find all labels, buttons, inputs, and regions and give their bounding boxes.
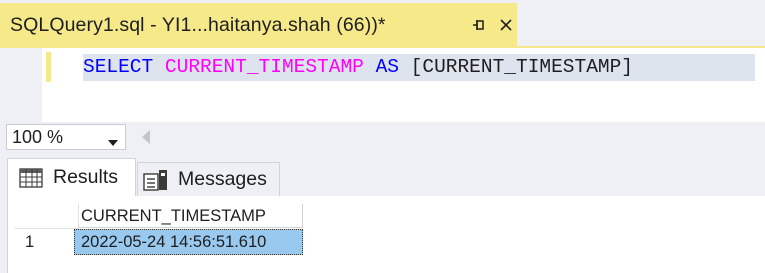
zoom-bar: 100 % (0, 122, 765, 152)
tab-messages-label: Messages (178, 168, 267, 190)
query-editor[interactable]: SELECT CURRENT_TIMESTAMP AS [CURRENT_TIM… (0, 48, 765, 122)
messages-icon (142, 168, 170, 192)
document-tab-strip: SQLQuery1.sql - YI1...haitanya.shah (66)… (0, 0, 765, 48)
chevron-down-icon[interactable] (107, 134, 119, 152)
keyword-select: SELECT (83, 56, 154, 78)
grid-icon (19, 167, 43, 188)
code-line[interactable]: SELECT CURRENT_TIMESTAMP AS [CURRENT_TIM… (83, 54, 755, 81)
results-tabs: Results Messages (0, 152, 765, 196)
tab-results[interactable]: Results (7, 158, 136, 196)
change-tracking-bar (46, 52, 51, 82)
tab-messages[interactable]: Messages (137, 162, 280, 196)
ssms-query-window: SQLQuery1.sql - YI1...haitanya.shah (66)… (0, 0, 765, 273)
table-cell-selected[interactable]: 2022-05-24 14:56:51.610 (74, 229, 303, 255)
results-grid[interactable]: CURRENT_TIMESTAMP 1 2022-05-24 14:56:51.… (7, 196, 765, 273)
tab-results-label: Results (53, 166, 119, 188)
document-tab-title: SQLQuery1.sql - YI1...haitanya.shah (66)… (10, 13, 386, 36)
pin-icon[interactable] (469, 15, 489, 35)
zoom-value: 100 % (12, 126, 64, 147)
function-current-timestamp: CURRENT_TIMESTAMP (164, 56, 364, 78)
editor-gutter (0, 48, 42, 122)
document-tab[interactable]: SQLQuery1.sql - YI1...haitanya.shah (66)… (0, 3, 517, 47)
column-alias: [CURRENT_TIMESTAMP] (410, 56, 634, 78)
close-icon[interactable] (496, 15, 516, 35)
zoom-select[interactable]: 100 % (6, 124, 126, 150)
column-header[interactable]: CURRENT_TIMESTAMP (79, 204, 303, 228)
row-number[interactable]: 1 (15, 229, 78, 255)
keyword-as: AS (375, 56, 399, 78)
scroll-left-icon[interactable] (141, 129, 151, 150)
grid-corner[interactable] (15, 204, 79, 229)
